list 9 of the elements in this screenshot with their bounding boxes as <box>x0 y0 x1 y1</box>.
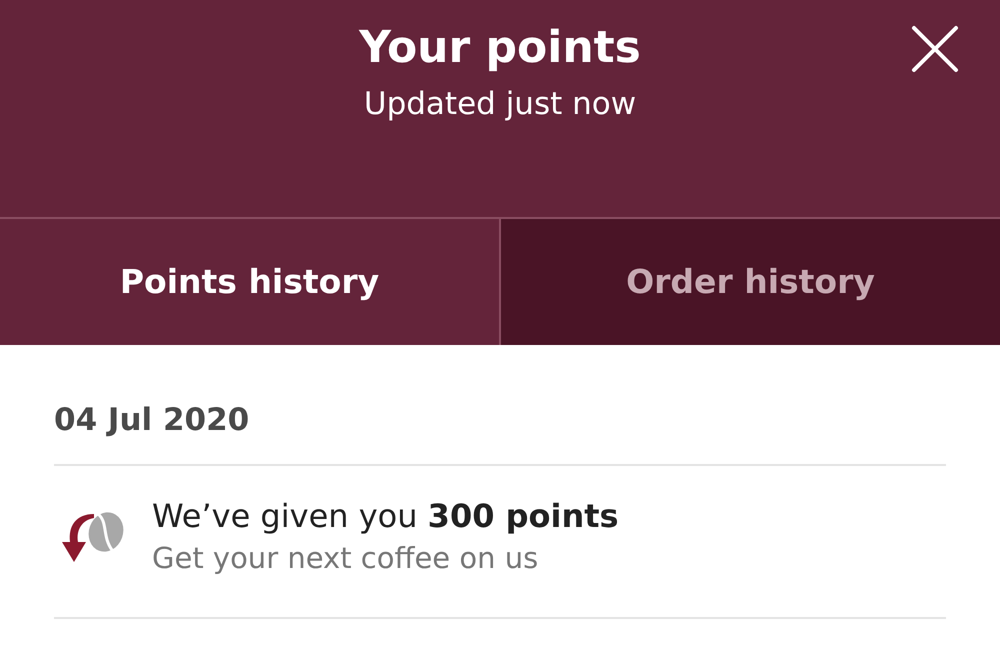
close-button[interactable] <box>910 24 960 74</box>
tab[interactable]: Points history <box>0 219 499 345</box>
close-icon <box>910 24 960 74</box>
date-heading: 04 Jul 2020 <box>54 345 946 466</box>
entry-detail: Get your next coffee on us <box>152 540 540 578</box>
tab[interactable]: Order history <box>499 219 1000 345</box>
entry-title: We’ve given you 300 points <box>152 496 619 536</box>
screen-title: Your points <box>359 21 641 75</box>
update-status: Updated just now <box>364 84 636 124</box>
